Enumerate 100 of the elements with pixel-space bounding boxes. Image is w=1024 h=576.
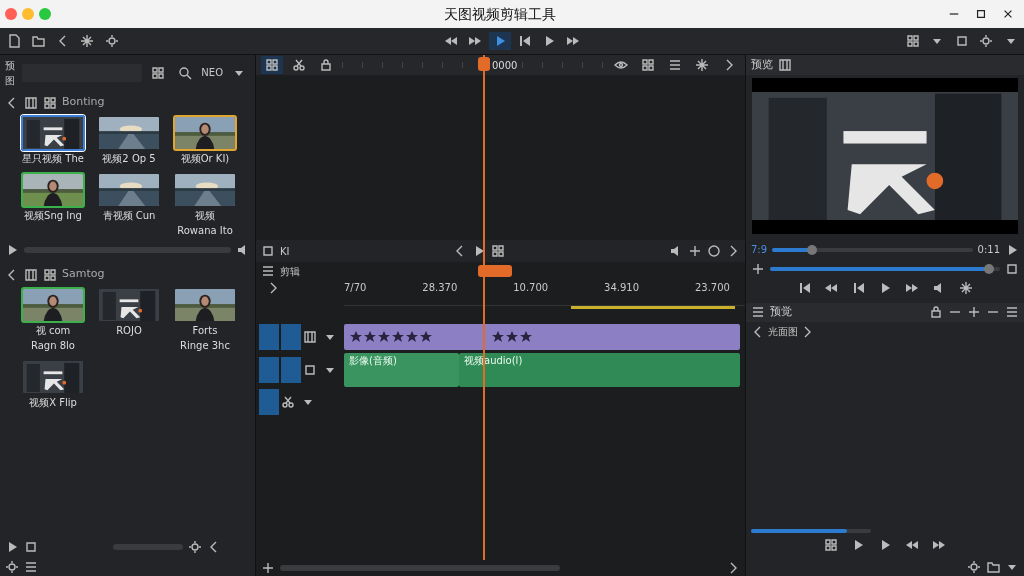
fit-icon[interactable] — [491, 244, 506, 258]
duration-time: 0:11 — [977, 243, 1000, 257]
monitor-icon[interactable] — [302, 362, 317, 377]
video-clip[interactable] — [344, 324, 740, 350]
view-icon[interactable] — [614, 58, 628, 72]
stop-icon[interactable] — [24, 539, 38, 554]
settings-icon[interactable] — [967, 559, 981, 574]
star-icon — [419, 330, 433, 344]
ruler-time: 34.910 — [604, 281, 640, 295]
layout-icon[interactable] — [151, 65, 166, 80]
track-toggle[interactable] — [258, 356, 279, 383]
settings-icon[interactable] — [104, 34, 119, 48]
zoom-in-icon[interactable] — [261, 561, 275, 575]
previous-icon[interactable] — [797, 280, 811, 295]
ruler-time: 23.700 — [694, 281, 730, 295]
star-icon — [391, 330, 405, 344]
slider-thumb[interactable] — [807, 244, 818, 255]
star-icon — [363, 330, 377, 344]
clip-label: Ringe 3hc — [179, 339, 231, 353]
step-back-icon[interactable] — [851, 280, 865, 295]
settings-icon[interactable] — [979, 34, 993, 48]
effects-icon[interactable] — [80, 34, 94, 48]
scrollbar[interactable] — [280, 565, 560, 571]
plus-icon[interactable] — [967, 305, 981, 319]
film-icon[interactable] — [24, 267, 38, 282]
ruler-time: 10.700 — [513, 281, 549, 295]
clip-thumbnail[interactable] — [173, 115, 237, 151]
track-label: 剪辑 — [280, 264, 300, 279]
slider-track[interactable] — [772, 247, 973, 252]
scissors-icon[interactable] — [280, 395, 295, 409]
playhead-handle[interactable] — [478, 57, 490, 71]
current-time: 7:9 — [751, 243, 768, 257]
clip-label: Ragn 8lo — [30, 339, 76, 353]
ruler-time: 28.370 — [422, 281, 458, 295]
close-button[interactable] — [5, 8, 17, 20]
panel-label: 预觉 — [770, 303, 792, 320]
bin-icon[interactable] — [43, 95, 57, 110]
fast-forward-icon[interactable] — [566, 34, 581, 48]
select-icon[interactable] — [265, 58, 279, 72]
slider-thumb[interactable] — [983, 264, 994, 274]
track-toggle[interactable] — [258, 324, 279, 350]
fullscreen-icon[interactable] — [1005, 262, 1019, 276]
maximize-icon[interactable] — [975, 7, 987, 21]
clip-label: 视频X Flip — [28, 396, 78, 410]
fit-icon[interactable] — [824, 537, 838, 552]
grid-icon[interactable] — [641, 58, 655, 72]
document-icon[interactable] — [6, 34, 21, 48]
clip-label: ROJO — [115, 324, 143, 338]
audio-clip[interactable]: 影像(音频) — [344, 352, 459, 387]
bin-icon[interactable] — [43, 267, 57, 282]
effects-icon[interactable] — [695, 58, 709, 72]
playhead-handle[interactable] — [478, 265, 512, 277]
clip-thumbnail[interactable] — [97, 172, 161, 208]
clip-thumbnail[interactable] — [173, 287, 237, 323]
clip-thumbnail[interactable] — [21, 115, 85, 151]
panel-label: 预览 — [751, 56, 773, 73]
crop-icon[interactable] — [261, 244, 275, 258]
clip-thumbnail[interactable] — [21, 359, 85, 395]
folder-icon[interactable] — [986, 559, 1000, 574]
clip-thumbnail[interactable] — [173, 172, 237, 208]
window-icon[interactable] — [954, 34, 969, 48]
settings-icon[interactable] — [5, 559, 19, 574]
add-icon[interactable] — [751, 262, 765, 276]
bin-title: Bonting — [62, 94, 105, 111]
razor-icon[interactable] — [292, 58, 306, 72]
view-label: NEO — [201, 66, 223, 80]
marker-icon[interactable] — [688, 244, 702, 258]
search-icon[interactable] — [178, 65, 193, 80]
audio-clip[interactable]: 视频audio(l) — [459, 352, 740, 387]
star-icon — [405, 330, 419, 344]
previous-icon[interactable] — [517, 34, 532, 48]
window-title: 天图视频剪辑工具 — [443, 4, 556, 24]
more-icon[interactable] — [1005, 305, 1019, 319]
clip-label: 星只视频 The — [21, 152, 85, 166]
clip-label: 青视频 Cun — [101, 209, 157, 223]
settings-icon[interactable] — [188, 539, 202, 554]
grid-icon[interactable] — [905, 34, 920, 48]
clip-thumbnail[interactable] — [21, 287, 85, 323]
play-button[interactable] — [280, 356, 301, 383]
clip-label: Rowana Ito — [176, 224, 234, 238]
star-icon — [491, 330, 505, 344]
clip-thumbnail[interactable] — [21, 172, 85, 208]
menu-icon[interactable] — [24, 559, 38, 574]
breadcrumb[interactable]: 光面图 — [767, 324, 798, 339]
track-toggle[interactable] — [258, 389, 279, 415]
star-icon — [505, 330, 519, 344]
rewind-icon[interactable] — [443, 34, 458, 48]
tracks-icon[interactable] — [261, 264, 275, 278]
film-icon[interactable] — [24, 95, 38, 110]
film-icon[interactable] — [778, 58, 792, 72]
effects-icon[interactable] — [959, 280, 973, 295]
clip-thumbnail[interactable] — [97, 287, 161, 323]
star-icon — [377, 330, 391, 344]
film-icon[interactable] — [302, 330, 317, 344]
clip-label: 视频 — [194, 209, 216, 223]
list-icon[interactable] — [751, 305, 765, 319]
clip-thumbnail[interactable] — [97, 115, 161, 151]
menu-icon[interactable] — [668, 58, 682, 72]
record-icon[interactable] — [707, 244, 721, 258]
folder-icon[interactable] — [31, 34, 45, 48]
